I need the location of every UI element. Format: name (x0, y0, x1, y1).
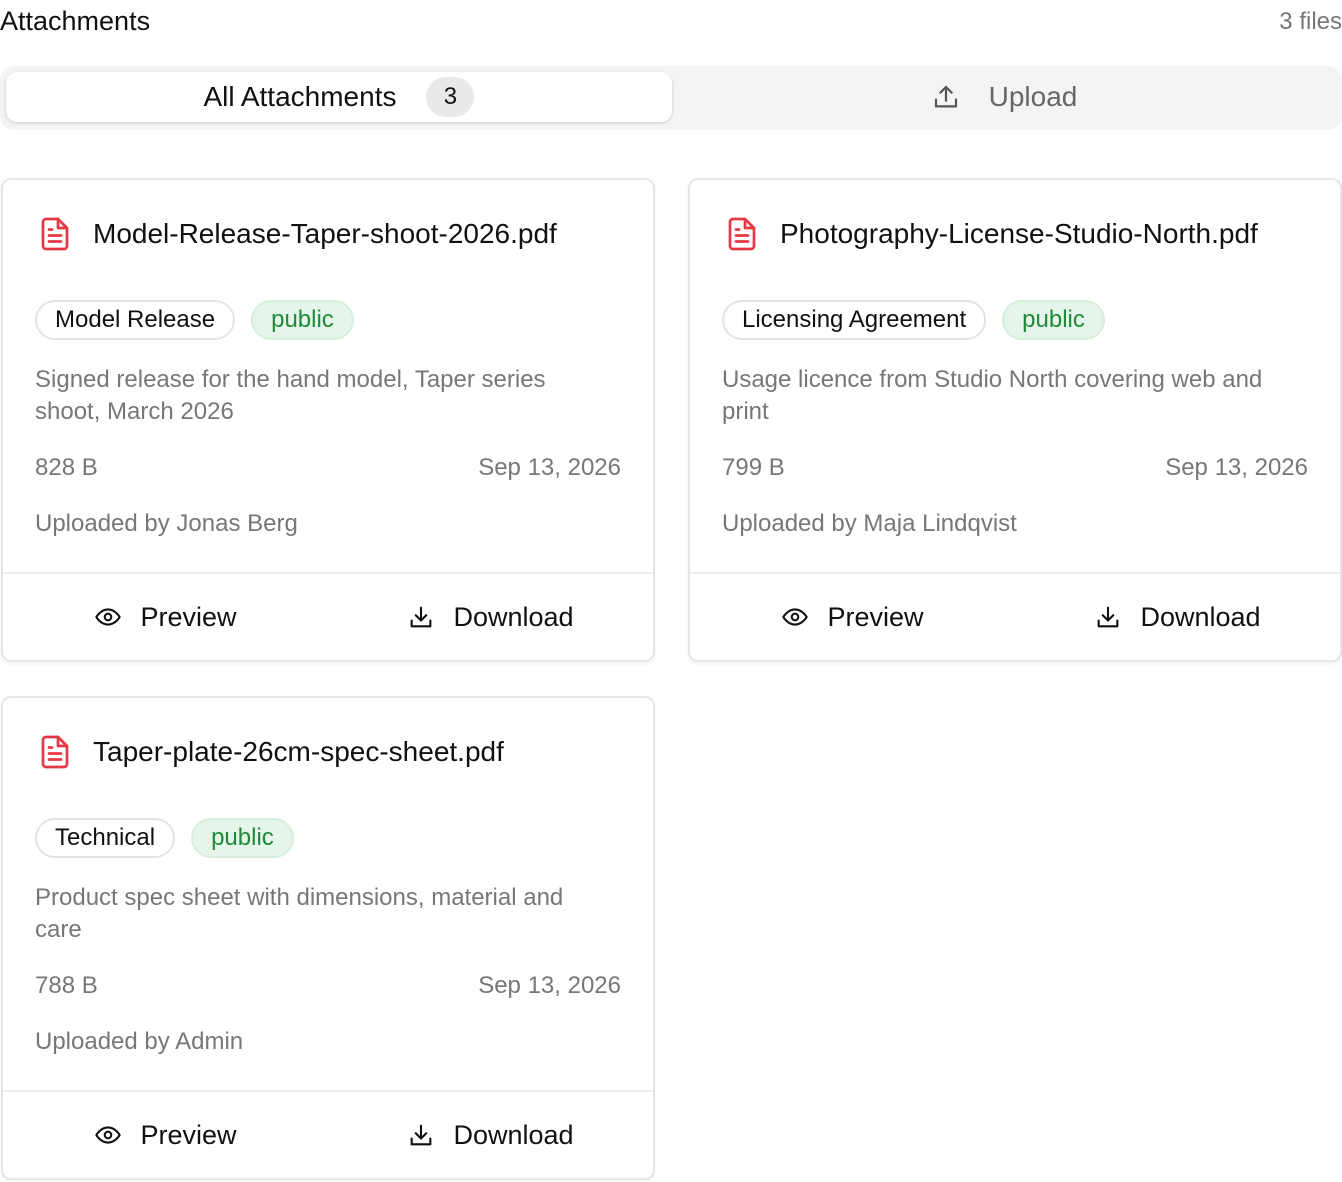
attachments-header: Attachments 3 files (0, 0, 1342, 44)
file-text-icon (37, 732, 73, 772)
attachment-uploader: Uploaded by Admin (35, 1028, 244, 1055)
category-tag: Licensing Agreement (722, 300, 987, 340)
download-button-label: Download (453, 601, 574, 632)
file-count: 3 files (1279, 8, 1342, 35)
attachment-actions: Preview Download (3, 1092, 653, 1178)
preview-button[interactable]: Preview (3, 574, 328, 660)
download-button[interactable]: Download (1015, 574, 1340, 660)
attachment-date: Sep 13, 2026 (1165, 454, 1308, 481)
attachment-size: 788 B (35, 972, 98, 999)
tab-all-attachments[interactable]: All Attachments 3 (6, 72, 672, 122)
attachment-tags: Model Release public (35, 300, 354, 340)
download-icon (407, 1121, 435, 1149)
preview-button[interactable]: Preview (3, 1092, 328, 1178)
tab-upload[interactable]: Upload (672, 72, 1336, 122)
category-tag: Technical (35, 818, 176, 858)
attachment-date: Sep 13, 2026 (478, 972, 621, 999)
eye-icon (94, 1121, 122, 1149)
attachment-card-header: Taper-plate-26cm-spec-sheet.pdf (37, 732, 504, 772)
attachment-uploader: Uploaded by Maja Lindqvist (722, 510, 1017, 537)
attachment-card: Model-Release-Taper-shoot-2026.pdf Model… (1, 178, 655, 662)
attachment-card-header: Model-Release-Taper-shoot-2026.pdf (37, 214, 557, 254)
attachment-date: Sep 13, 2026 (478, 454, 621, 481)
download-button-label: Download (453, 1119, 574, 1150)
attachment-file-name: Taper-plate-26cm-spec-sheet.pdf (93, 736, 504, 767)
attachment-uploader: Uploaded by Jonas Berg (35, 510, 298, 537)
visibility-tag: public (191, 818, 294, 858)
visibility-tag: public (251, 300, 354, 340)
upload-icon (931, 82, 961, 112)
attachment-tabs: All Attachments 3 Upload (0, 66, 1342, 130)
attachment-description: Signed release for the hand model, Taper… (35, 366, 546, 425)
preview-button-label: Preview (140, 1119, 237, 1150)
attachments-count-badge: 3 (426, 77, 475, 117)
page-title: Attachments (0, 6, 151, 36)
download-icon (407, 603, 435, 631)
tab-upload-label: Upload (988, 81, 1078, 112)
preview-button[interactable]: Preview (690, 574, 1015, 660)
attachment-actions: Preview Download (3, 574, 653, 660)
attachment-tags: Technical public (35, 818, 294, 858)
attachment-size: 799 B (722, 454, 785, 481)
eye-icon (781, 603, 809, 631)
eye-icon (94, 603, 122, 631)
attachment-size: 828 B (35, 454, 98, 481)
attachment-card: Taper-plate-26cm-spec-sheet.pdf Technica… (1, 696, 655, 1180)
visibility-tag: public (1002, 300, 1105, 340)
attachment-card-header: Photography-License-Studio-North.pdf (724, 214, 1258, 254)
attachment-actions: Preview Download (690, 574, 1340, 660)
file-text-icon (37, 214, 73, 254)
attachment-tags: Licensing Agreement public (722, 300, 1105, 340)
attachment-card: Photography-License-Studio-North.pdf Lic… (688, 178, 1342, 662)
category-tag: Model Release (35, 300, 236, 340)
attachment-description: Usage licence from Studio North covering… (722, 366, 1263, 425)
attachment-description: Product spec sheet with dimensions, mate… (35, 884, 564, 943)
attachment-file-name: Model-Release-Taper-shoot-2026.pdf (93, 218, 557, 249)
download-icon (1094, 603, 1122, 631)
attachment-file-name: Photography-License-Studio-North.pdf (780, 218, 1258, 249)
download-button[interactable]: Download (328, 1092, 653, 1178)
file-text-icon (724, 214, 760, 254)
preview-button-label: Preview (827, 601, 924, 632)
download-button[interactable]: Download (328, 574, 653, 660)
tab-all-attachments-label: All Attachments (203, 81, 397, 112)
download-button-label: Download (1140, 601, 1261, 632)
preview-button-label: Preview (140, 601, 237, 632)
